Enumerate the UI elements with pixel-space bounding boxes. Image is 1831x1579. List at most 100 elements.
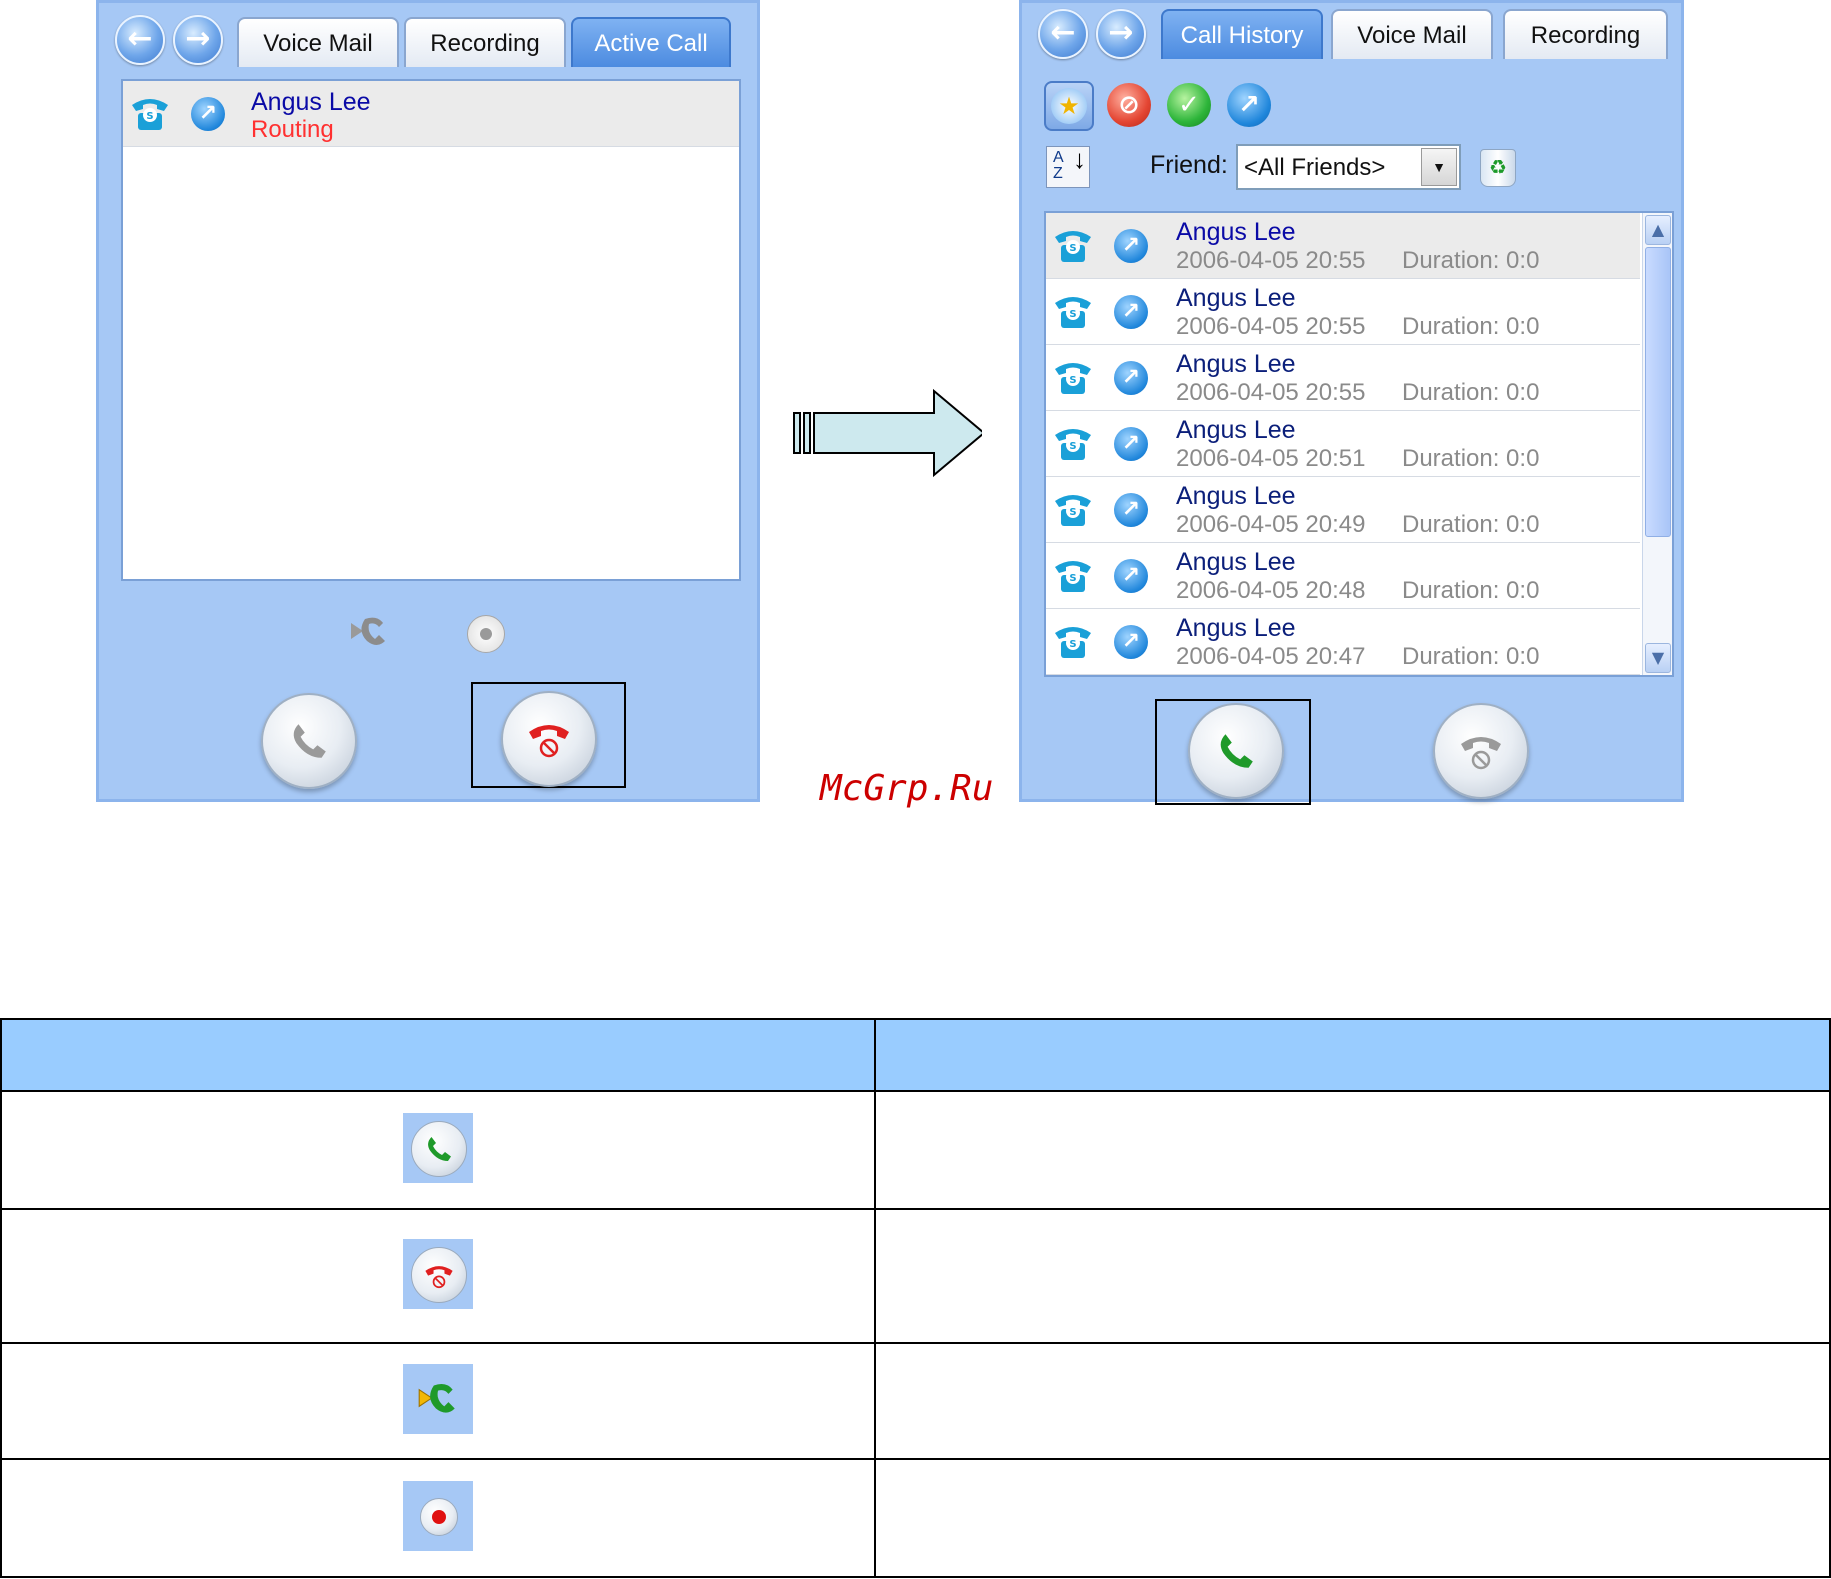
watermark-text: McGrp.Ru xyxy=(820,768,994,809)
skype-phone-icon: S xyxy=(1055,495,1091,526)
table-description-cell xyxy=(874,1090,1831,1210)
sort-az-icon[interactable]: A Z ↓ xyxy=(1046,146,1090,188)
hang-up-button[interactable] xyxy=(1433,703,1529,799)
link-arrow-icon: ↗ xyxy=(1114,361,1148,395)
favorite-star-icon[interactable]: ★ xyxy=(1044,81,1094,131)
call-duration: Duration: 0:0 xyxy=(1402,643,1540,670)
tab-voice-mail[interactable]: Voice Mail xyxy=(237,17,399,67)
call-date: 2006-04-05 20:55 xyxy=(1176,247,1366,274)
tab-recording[interactable]: Recording xyxy=(404,17,566,67)
call-date: 2006-04-05 20:51 xyxy=(1176,445,1366,472)
tab-call-history[interactable]: Call History xyxy=(1161,9,1323,59)
list-item[interactable]: S ↗ Angus Lee 2006-04-05 20:55 Duration: 0:0 xyxy=(1046,279,1640,345)
list-item[interactable]: S ↗ Angus Lee 2006-04-05 20:48 Duration: 0:0 xyxy=(1046,543,1640,609)
active-call-list: S ↗ Angus Lee Routing xyxy=(121,79,741,581)
call-duration: Duration: 0:0 xyxy=(1402,577,1540,604)
skype-phone-icon: S xyxy=(1055,297,1091,328)
authorized-check-icon[interactable]: ✓ xyxy=(1167,83,1211,127)
tab-voice-mail[interactable]: Voice Mail xyxy=(1331,9,1493,59)
list-item[interactable]: S ↗ Angus Lee 2006-04-05 20:55 Duration: 0:0 xyxy=(1046,345,1640,411)
tab-active-call[interactable]: Active Call xyxy=(571,17,731,67)
call-history-list: S ↗ Angus Lee 2006-04-05 20:55 Duration: 0:0… xyxy=(1044,211,1674,677)
record-icon[interactable] xyxy=(467,615,505,653)
caller-name: Angus Lee xyxy=(1176,218,1296,246)
svg-text:S: S xyxy=(146,111,153,122)
table-description-cell xyxy=(874,1458,1831,1578)
tab-recording[interactable]: Recording xyxy=(1503,9,1668,59)
table-icon-cell xyxy=(0,1342,876,1460)
link-arrow-icon: ↗ xyxy=(1114,295,1148,329)
table-icon-cell xyxy=(0,1090,876,1210)
record-icon xyxy=(403,1481,473,1551)
table-row xyxy=(0,1090,1831,1210)
transfer-call-icon[interactable] xyxy=(347,613,391,649)
call-duration: Duration: 0:0 xyxy=(1402,511,1540,538)
scroll-down-icon[interactable]: ▼ xyxy=(1645,643,1671,673)
active-call-row[interactable]: S ↗ Angus Lee Routing xyxy=(123,81,739,147)
active-call-window: ← → Voice Mail Recording Active Call S ↗… xyxy=(96,0,760,802)
forward-arrow-icon[interactable]: → xyxy=(1096,9,1146,59)
caller-name: Angus Lee xyxy=(1176,482,1296,510)
svg-text:S: S xyxy=(1069,639,1076,650)
friend-filter-select[interactable]: <All Friends> ▼ xyxy=(1236,144,1461,190)
list-item[interactable]: S ↗ Angus Lee 2006-04-05 20:55 Duration: 0:0 xyxy=(1046,213,1640,279)
call-duration: Duration: 0:0 xyxy=(1402,313,1540,340)
back-arrow-icon[interactable]: ← xyxy=(115,15,165,65)
forward-arrow-icon[interactable]: → xyxy=(173,15,223,65)
table-description-cell xyxy=(874,1208,1831,1344)
call-duration: Duration: 0:0 xyxy=(1402,379,1540,406)
back-arrow-icon[interactable]: ← xyxy=(1038,9,1088,59)
svg-text:S: S xyxy=(1069,243,1076,254)
scroll-up-icon[interactable]: ▲ xyxy=(1645,215,1671,245)
table-row xyxy=(0,1458,1831,1578)
button-description-table xyxy=(0,1018,1831,1578)
link-arrow-icon: ↗ xyxy=(1114,625,1148,659)
list-item[interactable]: S ↗ Angus Lee 2006-04-05 20:49 Duration: 0:0 xyxy=(1046,477,1640,543)
link-arrow-icon: ↗ xyxy=(191,97,225,131)
link-arrow-icon[interactable]: ↗ xyxy=(1227,83,1271,127)
skype-phone-icon: S xyxy=(1055,561,1091,592)
caller-name: Angus Lee xyxy=(1176,614,1296,642)
call-history-window: ← → Call History Voice Mail Recording ★ … xyxy=(1019,0,1684,805)
scrollbar-thumb[interactable] xyxy=(1645,247,1671,537)
chevron-down-icon[interactable]: ▼ xyxy=(1421,148,1457,186)
call-date: 2006-04-05 20:49 xyxy=(1176,511,1366,538)
svg-text:S: S xyxy=(1069,507,1076,518)
hang-up-button[interactable] xyxy=(501,691,597,787)
list-item[interactable]: S ↗ Angus Lee 2006-04-05 20:51 Duration: 0:0 xyxy=(1046,411,1640,477)
friend-filter-value: <All Friends> xyxy=(1244,154,1386,181)
skype-phone-icon: S xyxy=(132,99,168,130)
svg-text:S: S xyxy=(1069,309,1076,320)
table-description-cell xyxy=(874,1342,1831,1460)
skype-phone-icon: S xyxy=(1055,231,1091,262)
list-item[interactable]: S ↗ Angus Lee 2006-04-05 20:47 Duration: 0:0 xyxy=(1046,609,1640,675)
link-arrow-icon: ↗ xyxy=(1114,493,1148,527)
hang-up-icon xyxy=(403,1239,473,1309)
answer-call-icon xyxy=(293,724,326,758)
blocked-icon[interactable]: ⊘ xyxy=(1107,83,1151,127)
table-row xyxy=(0,1208,1831,1344)
hang-up-icon xyxy=(1461,737,1501,770)
table-icon-cell xyxy=(0,1208,876,1344)
link-arrow-icon: ↗ xyxy=(1114,229,1148,263)
caller-name: Angus Lee xyxy=(1176,416,1296,444)
svg-text:S: S xyxy=(1069,375,1076,386)
svg-text:S: S xyxy=(1069,441,1076,452)
answer-call-icon xyxy=(403,1113,473,1183)
recycle-bin-icon[interactable]: ♻ xyxy=(1480,149,1516,187)
transfer-call-icon xyxy=(403,1364,473,1434)
call-duration: Duration: 0:0 xyxy=(1402,247,1540,274)
transition-arrow xyxy=(793,388,982,478)
caller-name: Angus Lee xyxy=(1176,284,1296,312)
answer-call-icon xyxy=(1220,734,1253,768)
answer-call-button[interactable] xyxy=(1188,703,1284,799)
call-date: 2006-04-05 20:55 xyxy=(1176,313,1366,340)
table-header-cell xyxy=(874,1018,1831,1092)
answer-call-button[interactable] xyxy=(261,693,357,789)
call-date: 2006-04-05 20:47 xyxy=(1176,643,1366,670)
svg-text:S: S xyxy=(1069,573,1076,584)
link-arrow-icon: ↗ xyxy=(1114,427,1148,461)
call-duration: Duration: 0:0 xyxy=(1402,445,1540,472)
skype-phone-icon: S xyxy=(1055,429,1091,460)
vertical-scrollbar[interactable]: ▲ ▼ xyxy=(1642,213,1672,675)
